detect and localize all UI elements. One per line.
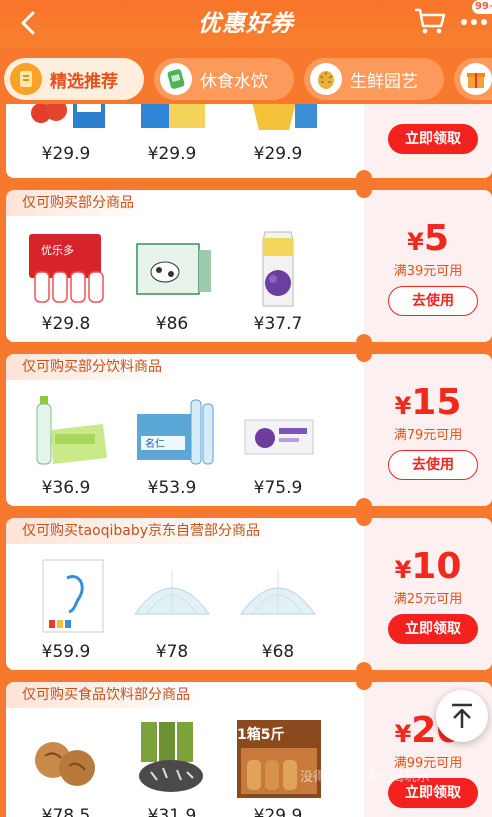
claim-coupon-button[interactable]: 立即领取 (388, 124, 478, 154)
product-item[interactable]: ¥78.5 (16, 720, 116, 817)
ear-device-icon (21, 556, 111, 636)
coupon-restriction: 仅可购买食品饮料部分商品 (6, 682, 204, 708)
cart-icon[interactable] (413, 6, 447, 36)
product-promo-label: 1箱5斤 (237, 727, 285, 743)
drink-carton-icon (233, 228, 323, 308)
svg-text:优乐多: 优乐多 (41, 243, 74, 257)
coupon-card: 仅可购买部分商品 优乐多 ¥29.8 ¥86 ¥37.7 ¥5 满39元可用 去… (6, 190, 492, 342)
tab-gift[interactable] (454, 58, 492, 100)
coupon-condition: 满79元可用 (393, 428, 463, 443)
product-item[interactable]: ¥68 (228, 556, 328, 662)
mosquito-net-icon (233, 556, 323, 636)
coupon-icon (10, 63, 42, 95)
walnut-icon (21, 720, 111, 800)
water-case-icon: 名仁 (127, 392, 217, 472)
product-item[interactable]: ¥86 (122, 228, 222, 334)
coupon-card: ¥29.9 ¥29.9 ¥29.9 立即领取 (6, 104, 492, 178)
mosquito-net-icon (127, 556, 217, 636)
snack-icon (160, 63, 192, 95)
sweet-potato-icon: 1箱5斤 (233, 720, 323, 800)
tab-featured[interactable]: 精选推荐 (4, 58, 144, 100)
yogurt-box-icon: 优乐多 (21, 228, 111, 308)
juice-box-icon (233, 392, 323, 472)
water-bottle-icon (21, 392, 111, 472)
watermark: 没得比 | 网购吃喝玩乐 (300, 770, 430, 785)
coupon-condition: 满39元可用 (393, 264, 463, 279)
coupon-amount: ¥10 (394, 546, 462, 587)
product-item[interactable]: ¥29.9 (228, 104, 328, 164)
product-item[interactable]: ¥31.9 (122, 720, 222, 817)
coupon-amount: ¥15 (394, 382, 462, 423)
coupon-card: 仅可购买食品饮料部分商品 ¥78.5 ¥31.9 1箱5斤 ¥29.9 ¥20 … (6, 682, 492, 817)
product-item[interactable]: ¥29.9 (16, 104, 116, 164)
coupon-condition: 满25元可用 (393, 592, 463, 607)
snack-product-icon (21, 104, 111, 138)
claim-coupon-button[interactable]: 立即领取 (388, 614, 478, 644)
category-tabs: 精选推荐 休食水饮 生鲜园艺 (0, 54, 492, 104)
coupon-card: 仅可购买部分饮料商品 ¥36.9 名仁 ¥53.9 ¥75.9 ¥15 满79元… (6, 354, 492, 506)
coupon-restriction: 仅可购买taoqibaby京东自营部分商品 (6, 518, 275, 544)
product-item[interactable]: ¥59.9 (16, 556, 116, 662)
coupon-restriction: 仅可购买部分饮料商品 (6, 354, 176, 380)
use-coupon-button[interactable]: 去使用 (388, 450, 478, 480)
product-item[interactable]: ¥36.9 (16, 392, 116, 498)
tab-snacks-drinks[interactable]: 休食水饮 (154, 58, 294, 100)
use-coupon-button[interactable]: 去使用 (388, 286, 478, 316)
coupon-card: 仅可购买taoqibaby京东自营部分商品 ¥59.9 ¥78 ¥68 ¥10 … (6, 518, 492, 670)
product-item[interactable]: ¥75.9 (228, 392, 328, 498)
product-item[interactable]: ¥29.9 (122, 104, 222, 164)
arrow-up-icon (452, 703, 472, 728)
coupon-amount: ¥5 (407, 218, 449, 259)
sunflower-seed-icon (127, 720, 217, 800)
tab-fresh-gardening[interactable]: 生鲜园艺 (304, 58, 444, 100)
durian-icon (310, 63, 342, 95)
product-item[interactable]: ¥37.7 (228, 228, 328, 334)
product-item[interactable]: ¥78 (122, 556, 222, 662)
milk-box-icon (127, 228, 217, 308)
scroll-to-top-button[interactable] (436, 690, 488, 742)
product-item[interactable]: 名仁 ¥53.9 (122, 392, 222, 498)
snack-product-icon (233, 104, 323, 138)
gift-icon (460, 63, 492, 95)
svg-text:名仁: 名仁 (145, 437, 165, 450)
coupon-restriction: 仅可购买部分商品 (6, 190, 148, 216)
header-bar: 优惠好券 99+ (0, 0, 492, 48)
message-count-badge: 99+ (472, 0, 492, 14)
product-item[interactable]: 优乐多 ¥29.8 (16, 228, 116, 334)
snack-product-icon (127, 104, 217, 138)
